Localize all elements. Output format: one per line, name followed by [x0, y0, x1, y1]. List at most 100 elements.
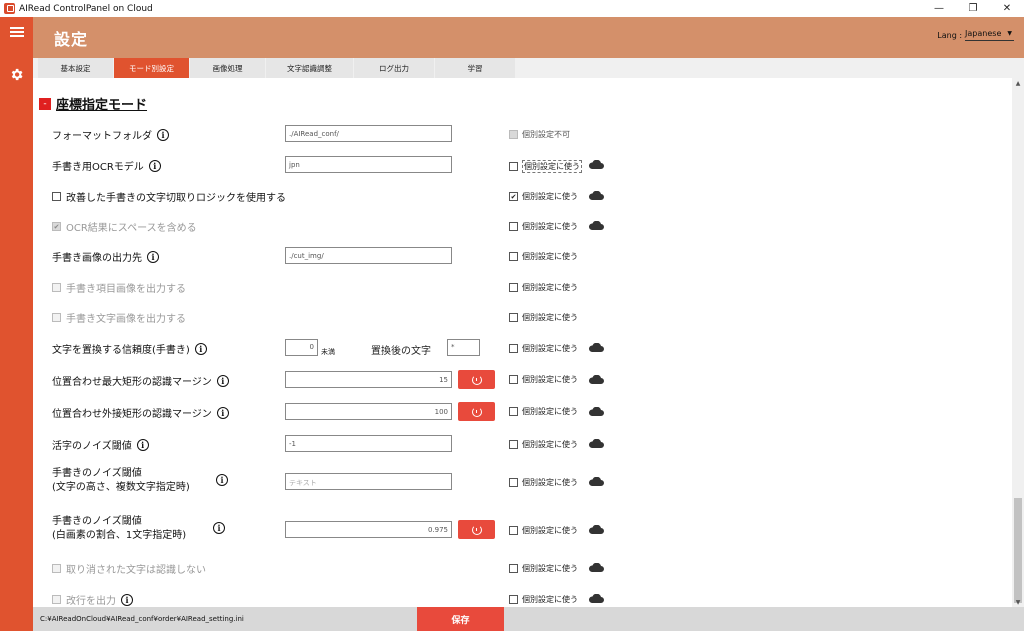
- row-ignore-cancelled: 取り消された文字は認識しない 個別設定に使う: [33, 558, 1012, 578]
- ocr-space-checkbox: ✔: [52, 222, 61, 231]
- tab-basic[interactable]: 基本設定: [38, 58, 113, 78]
- tab-bar: 基本設定 モード別設定 画像処理 文字認識調整 ログ出力 学習: [33, 58, 1024, 78]
- vertical-scrollbar[interactable]: ▲ ▼: [1012, 78, 1024, 607]
- indiv-label: 個別設定に使う: [522, 222, 578, 231]
- settings-nav-button[interactable]: [0, 59, 33, 89]
- info-icon[interactable]: i: [194, 342, 207, 355]
- scroll-up-icon[interactable]: ▲: [1012, 78, 1024, 88]
- hand-noise-height-input[interactable]: テキスト: [285, 473, 452, 490]
- cloud-icon: [589, 160, 604, 169]
- scroll-down-icon[interactable]: ▼: [1012, 597, 1024, 607]
- ocr-model-label: 手書き用OCRモデル: [52, 162, 144, 173]
- indiv-label: 個別設定に使う: [522, 526, 578, 535]
- indiv-label: 個別設定に使う: [522, 192, 578, 201]
- indiv-checkbox[interactable]: [509, 375, 518, 384]
- indiv-label: 個別設定不可: [522, 130, 570, 139]
- improved-logic-checkbox[interactable]: [52, 192, 61, 201]
- save-button[interactable]: 保存: [417, 607, 504, 631]
- indiv-label: 個別設定に使う: [522, 440, 578, 449]
- info-icon[interactable]: i: [213, 522, 225, 534]
- reset-button[interactable]: [458, 370, 495, 389]
- tab-recognition[interactable]: 文字認識調整: [266, 58, 353, 78]
- info-icon[interactable]: i: [157, 128, 169, 141]
- print-noise-label: 活字のノイズ閾値: [52, 441, 132, 452]
- indiv-checkbox[interactable]: [509, 313, 518, 322]
- reset-icon: [471, 374, 482, 385]
- indiv-checkbox-checked[interactable]: ✔: [509, 192, 518, 201]
- newline-output-checkbox: [52, 595, 61, 604]
- footer-bar: C:¥AIReadOnCloud¥AIRead_conf¥order¥AIRea…: [33, 607, 1024, 631]
- indiv-checkbox[interactable]: [509, 440, 518, 449]
- indiv-checkbox[interactable]: [509, 162, 518, 171]
- print-noise-input[interactable]: -1: [285, 435, 452, 452]
- section-title: 座標指定モード: [56, 98, 148, 113]
- indiv-label: 個別設定に使う: [522, 407, 578, 416]
- row-char-image: 手書き文字画像を出力する 個別設定に使う: [33, 307, 1012, 327]
- indiv-checkbox[interactable]: [509, 252, 518, 261]
- tab-learning[interactable]: 学習: [435, 58, 515, 78]
- hand-noise-white-sublabel: (白画素の割合、1文字指定時): [52, 530, 187, 541]
- format-folder-input[interactable]: ./AIRead_conf/: [285, 125, 452, 142]
- indiv-checkbox-disabled: [509, 130, 518, 139]
- cloud-icon: [589, 343, 604, 352]
- indiv-label: 個別設定に使う: [522, 252, 578, 261]
- info-icon[interactable]: i: [147, 250, 159, 263]
- close-button[interactable]: ✕: [990, 0, 1024, 17]
- lang-dropdown[interactable]: Japanese ▼: [965, 29, 1014, 41]
- collapse-toggle[interactable]: -: [39, 97, 51, 110]
- tab-log[interactable]: ログ出力: [354, 58, 434, 78]
- ignore-cancelled-checkbox: [52, 564, 61, 573]
- window-title: AIRead ControlPanel on Cloud: [19, 3, 153, 14]
- restore-button[interactable]: ❐: [956, 0, 990, 17]
- page-header: 設定 Lang : Japanese ▼: [33, 17, 1024, 58]
- menu-button[interactable]: [0, 17, 33, 47]
- indiv-checkbox[interactable]: [509, 526, 518, 535]
- cloud-icon: [589, 563, 604, 572]
- reset-button[interactable]: [458, 402, 495, 421]
- section-header: - 座標指定モード: [39, 94, 147, 113]
- replace-conf-input[interactable]: 0: [285, 339, 318, 356]
- indiv-checkbox[interactable]: [509, 478, 518, 487]
- indiv-checkbox[interactable]: [509, 407, 518, 416]
- cloud-icon: [589, 439, 604, 448]
- handwriting-output-label: 手書き画像の出力先: [52, 253, 142, 264]
- info-icon[interactable]: i: [136, 438, 149, 451]
- hand-noise-white-input[interactable]: 0.975: [285, 521, 452, 538]
- info-icon[interactable]: i: [216, 474, 228, 486]
- window-controls: — ❐ ✕: [922, 0, 1024, 17]
- tab-mode[interactable]: モード別設定: [114, 58, 189, 78]
- row-newline-output: 改行を出力 i 個別設定に使う: [33, 589, 1012, 607]
- max-rect-margin-input[interactable]: 15: [285, 371, 452, 388]
- indiv-checkbox[interactable]: [509, 222, 518, 231]
- item-image-checkbox: [52, 283, 61, 292]
- replace-after-input[interactable]: *: [447, 339, 480, 356]
- reset-icon: [471, 524, 482, 535]
- indiv-checkbox[interactable]: [509, 283, 518, 292]
- indiv-label: 個別設定に使う: [522, 283, 578, 292]
- reset-button[interactable]: [458, 520, 495, 539]
- row-hand-noise-height: 手書きのノイズ閾値 (文字の高さ、複数文字指定時) i テキスト 個別設定に使う: [33, 466, 1012, 498]
- replace-conf-label: 文字を置換する信頼度(手書き): [52, 345, 190, 356]
- ocr-model-input[interactable]: jpn: [285, 156, 452, 173]
- indiv-checkbox[interactable]: [509, 595, 518, 604]
- page-title: 設定: [54, 29, 89, 49]
- newline-output-label: 改行を出力: [66, 596, 116, 607]
- info-icon[interactable]: i: [121, 593, 133, 606]
- handwriting-output-input[interactable]: ./cut_img/: [285, 247, 452, 264]
- cloud-icon: [589, 191, 604, 200]
- format-folder-label: フォーマットフォルダ: [52, 131, 152, 142]
- ignore-cancelled-label: 取り消された文字は認識しない: [66, 565, 206, 576]
- info-icon[interactable]: i: [216, 374, 229, 387]
- minimize-button[interactable]: —: [922, 0, 956, 17]
- info-icon[interactable]: i: [216, 406, 229, 419]
- info-icon[interactable]: i: [148, 159, 161, 172]
- indiv-checkbox[interactable]: [509, 564, 518, 573]
- indiv-checkbox[interactable]: [509, 344, 518, 353]
- char-image-label: 手書き文字画像を出力する: [66, 314, 186, 325]
- scroll-thumb[interactable]: [1014, 498, 1022, 603]
- tab-image[interactable]: 画像処理: [190, 58, 265, 78]
- outer-rect-margin-input[interactable]: 100: [285, 403, 452, 420]
- row-item-image: 手書き項目画像を出力する 個別設定に使う: [33, 277, 1012, 297]
- hand-noise-height-label: 手書きのノイズ閾値: [52, 468, 142, 479]
- cloud-icon: [589, 407, 604, 416]
